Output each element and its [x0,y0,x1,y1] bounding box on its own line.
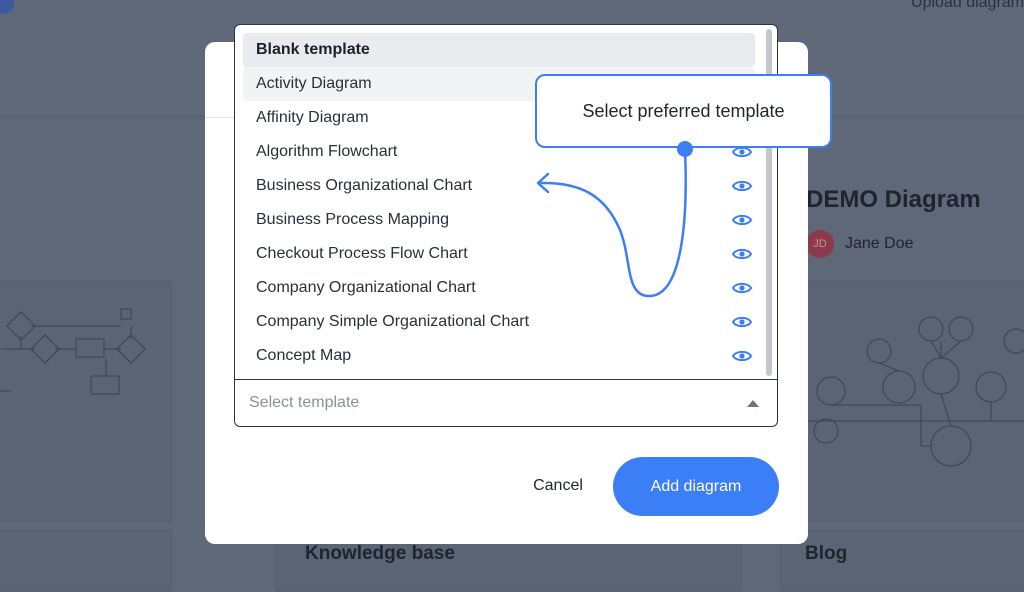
callout-text: Select preferred template [582,100,785,121]
template-select-placeholder: Select template [249,394,360,411]
template-option-business-process-mapping[interactable]: Business Process Mapping [243,203,755,237]
template-option-label: Company Simple Organizational Chart [256,313,530,330]
upload-diagram-link: Upload diagram [911,0,1024,11]
demo-diagram-title: DEMO Diagram [806,186,981,213]
template-option-label: Algorithm Flowchart [256,143,398,160]
author-name: Jane Doe [845,235,914,252]
eye-icon[interactable] [732,281,752,295]
eye-icon[interactable] [732,247,752,261]
template-option-blank[interactable]: Blank template [243,33,755,67]
flowchart-thumbnail [0,308,146,395]
template-option-label: Business Process Mapping [256,211,449,228]
diagram-card-thumbnail-left [0,280,172,522]
modal-divider [205,117,235,118]
cancel-button[interactable]: Cancel [518,470,598,502]
template-option-label: Blank template [256,41,370,58]
template-option-company-organizational-chart[interactable]: Company Organizational Chart [243,271,755,305]
template-option-label: Activity Diagram [256,75,372,92]
template-option-label: Business Organizational Chart [256,177,473,194]
eye-icon[interactable] [732,349,752,363]
caret-up-icon[interactable] [747,400,759,407]
template-option-concept-map[interactable]: Concept Map [243,339,755,373]
template-option-company-simple-organizational-chart[interactable]: Company Simple Organizational Chart [243,305,755,339]
template-select[interactable]: Select template [235,380,777,426]
avatar: JD [806,230,834,258]
template-option-business-organizational-chart[interactable]: Business Organizational Chart [243,169,755,203]
knowledge-base-heading: Knowledge base [305,543,455,564]
eye-icon[interactable] [732,315,752,329]
eye-icon[interactable] [732,213,752,227]
concept-map-thumbnail [801,316,1024,467]
template-option-label: Affinity Diagram [256,109,369,126]
callout-tooltip: Select preferred template [535,74,832,148]
template-option-label: Checkout Process Flow Chart [256,245,468,262]
app-logo-icon [0,0,14,14]
eye-icon[interactable] [732,179,752,193]
template-option-label: Concept Map [256,347,352,364]
add-diagram-button[interactable]: Add diagram [613,457,779,516]
diagram-card-thumbnail-right [800,280,1024,522]
template-option-label: Company Organizational Chart [256,279,476,296]
template-option-checkout-process-flow-chart[interactable]: Checkout Process Flow Chart [243,237,755,271]
blog-heading: Blog [805,543,848,564]
bottom-card-left [0,530,172,592]
app-topbar: Upload diagram [0,0,1024,22]
